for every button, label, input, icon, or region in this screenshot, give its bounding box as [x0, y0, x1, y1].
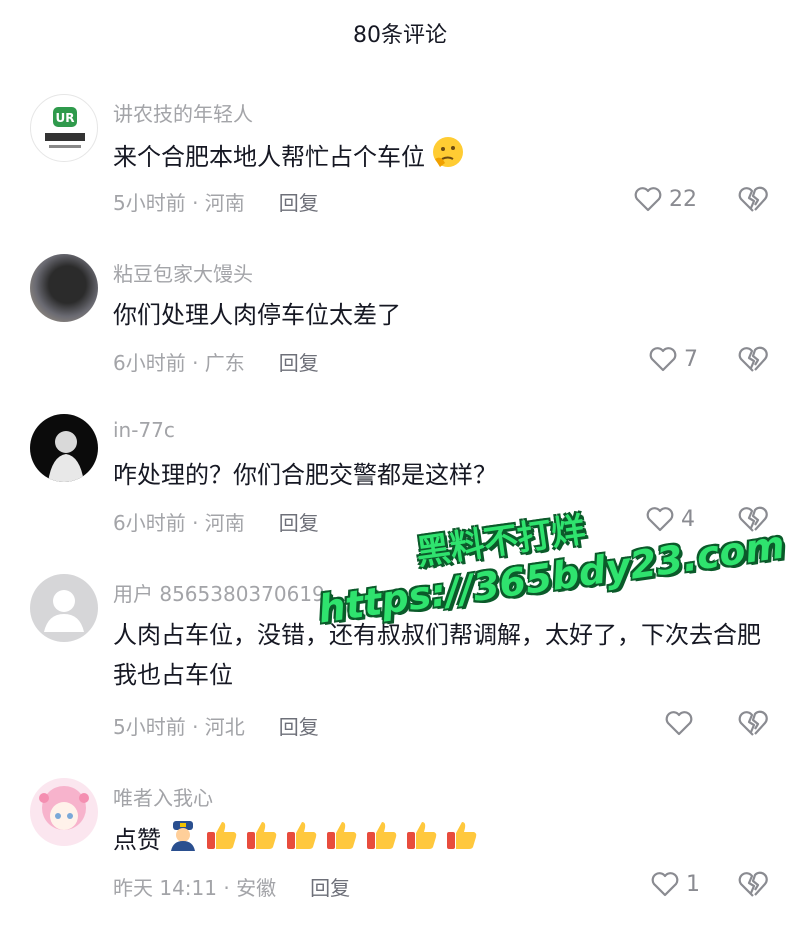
- thumbs-up-emoji: [365, 819, 399, 863]
- like-button[interactable]: 1: [650, 869, 700, 899]
- comment-meta: 6小时前 · 河南 回复: [113, 507, 319, 536]
- reply-button[interactable]: 回复: [279, 507, 319, 536]
- comment-text: 人肉占车位，没错，还有叔叔们帮调解，太好了，下次去合肥我也占车位: [113, 621, 761, 689]
- heart-outline-icon: [645, 504, 675, 534]
- comment-time-location: 6小时前 · 广东: [113, 351, 245, 375]
- thumbs-up-emoji: [245, 819, 279, 863]
- like-button[interactable]: [664, 708, 700, 738]
- like-button[interactable]: 22: [633, 184, 697, 214]
- comment-username[interactable]: in-77c: [113, 418, 175, 442]
- avatar[interactable]: [30, 778, 98, 846]
- comment-username[interactable]: 用户 8565380370619: [113, 578, 325, 607]
- comment-text: 点赞: [113, 819, 773, 863]
- thumbs-up-emoji: [445, 819, 479, 863]
- thumbs-up-emoji: [325, 819, 359, 863]
- comment-username[interactable]: 唯者入我心: [113, 782, 213, 811]
- dislike-button[interactable]: [737, 869, 769, 899]
- reply-button[interactable]: 回复: [279, 187, 319, 216]
- avatar[interactable]: UR: [30, 94, 98, 162]
- reply-button[interactable]: 回复: [279, 347, 319, 376]
- thinking-face-emoji: [431, 135, 465, 181]
- comment-text: 咋处理的？你们合肥交警都是这样？: [113, 461, 497, 489]
- like-count: 1: [686, 871, 700, 897]
- police-officer-emoji: [167, 819, 199, 863]
- heart-outline-icon: [664, 708, 694, 738]
- reply-button[interactable]: 回复: [310, 872, 350, 901]
- broken-heart-icon: [737, 708, 769, 738]
- reply-button[interactable]: 回复: [279, 711, 319, 740]
- thumbs-up-emoji: [285, 819, 319, 863]
- comment-meta: 昨天 14:11 · 安徽 回复: [113, 872, 350, 901]
- dislike-button[interactable]: [737, 504, 769, 534]
- avatar[interactable]: [30, 414, 98, 482]
- watermark-line1: 黑料不打烊: [413, 510, 588, 574]
- comment-meta: 6小时前 · 广东 回复: [113, 347, 319, 376]
- like-count: 22: [669, 186, 697, 212]
- broken-heart-icon: [737, 344, 769, 374]
- comment-text-content: 点赞: [113, 826, 161, 854]
- thumbs-up-emoji: [205, 819, 239, 863]
- comment-time-location: 5小时前 · 河南: [113, 191, 245, 215]
- like-button[interactable]: 4: [645, 504, 695, 534]
- broken-heart-icon: [737, 869, 769, 899]
- broken-heart-icon: [737, 184, 769, 214]
- comment-text: 来个合肥本地人帮忙占个车位: [113, 135, 773, 181]
- broken-heart-icon: [737, 504, 769, 534]
- dislike-button[interactable]: [737, 344, 769, 374]
- comments-count-title: 80条评论: [353, 23, 447, 48]
- heart-outline-icon: [650, 869, 680, 899]
- heart-outline-icon: [648, 344, 678, 374]
- comment-text: 你们处理人肉停车位太差了: [113, 301, 401, 329]
- dislike-button[interactable]: [737, 708, 769, 738]
- avatar[interactable]: [30, 254, 98, 322]
- thumbs-up-emoji: [405, 819, 439, 863]
- comment-text-content: 来个合肥本地人帮忙占个车位: [113, 143, 425, 171]
- like-count: 4: [681, 506, 695, 532]
- dislike-button[interactable]: [737, 184, 769, 214]
- comment-username[interactable]: 粘豆包家大馒头: [113, 258, 253, 287]
- comment-meta: 5小时前 · 河北 回复: [113, 711, 319, 740]
- avatar[interactable]: [30, 574, 98, 642]
- comment-username[interactable]: 讲农技的年轻人: [113, 98, 253, 127]
- comments-header: 80条评论: [0, 0, 800, 66]
- comment-time-location: 昨天 14:11 · 安徽: [113, 876, 277, 900]
- like-count: 7: [684, 346, 698, 372]
- comment-meta: 5小时前 · 河南 回复: [113, 187, 319, 216]
- svg-text:UR: UR: [56, 111, 75, 125]
- heart-outline-icon: [633, 184, 663, 214]
- comment-time-location: 5小时前 · 河北: [113, 715, 245, 739]
- comment-time-location: 6小时前 · 河南: [113, 511, 245, 535]
- like-button[interactable]: 7: [648, 344, 698, 374]
